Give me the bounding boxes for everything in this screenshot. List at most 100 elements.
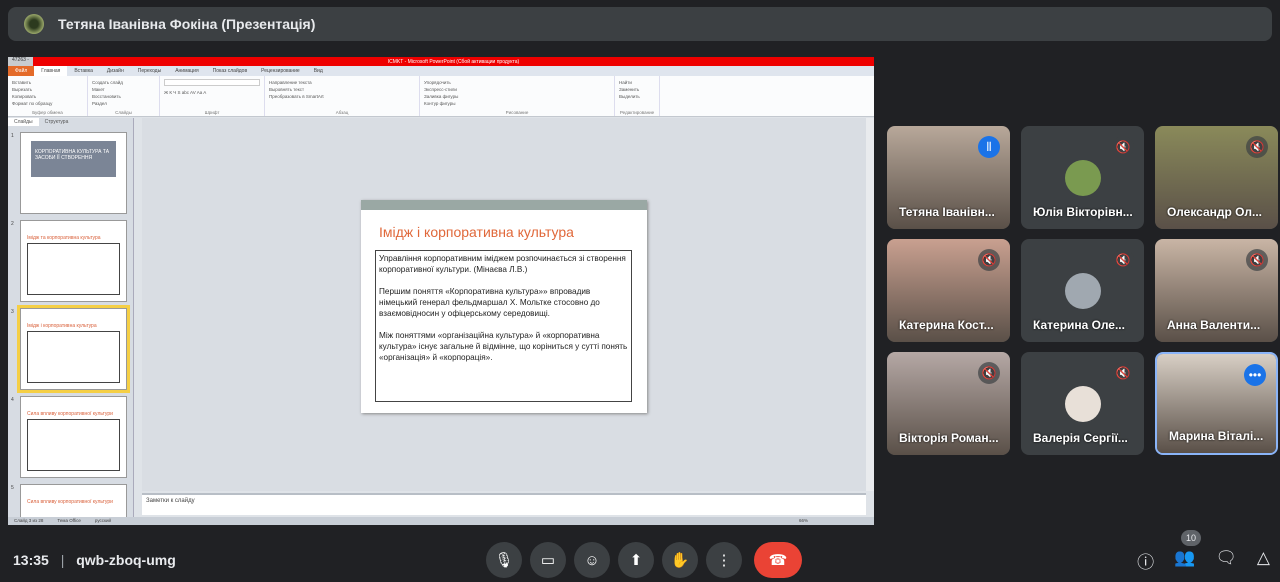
theme-name: Тема Office xyxy=(57,518,81,523)
cut-button[interactable]: Вырезать xyxy=(12,86,83,93)
section-button[interactable]: Раздел xyxy=(92,100,155,107)
font-select[interactable] xyxy=(164,79,260,86)
participant-tile[interactable]: ⦀ Тетяна Іванівн... xyxy=(887,126,1010,229)
arrange-button[interactable]: Упорядочить xyxy=(424,79,610,86)
panel-tab-outline[interactable]: Структура xyxy=(39,118,75,126)
camera-button[interactable]: ▭ xyxy=(530,542,566,578)
notes-pane[interactable]: Заметки к слайду xyxy=(142,493,866,515)
participant-name: Марина Віталі... xyxy=(1169,429,1264,443)
align-text-button[interactable]: Выровнять текст xyxy=(269,86,415,93)
text-direction-button[interactable]: Направление текста xyxy=(269,79,415,86)
emoji-icon: ☺ xyxy=(584,551,600,569)
ribbon-tab-review[interactable]: Рецензирование xyxy=(254,68,307,74)
microphone-button[interactable]: 🎙 xyxy=(486,542,522,578)
reactions-button[interactable]: ☺ xyxy=(574,542,610,578)
replace-button[interactable]: Заменить xyxy=(619,86,655,93)
group-label: Шрифт xyxy=(204,110,220,115)
meeting-toolbar: 13:35 | qwb-zboq-umg 🎙 ▭ ☺ ⬆ ✋ ⋮ ☎ ⓘ 👥 🗨… xyxy=(0,538,1280,582)
more-options-icon[interactable]: ••• xyxy=(1244,364,1266,386)
shape-outline-button[interactable]: Контур фигуры xyxy=(424,100,610,107)
activities-icon[interactable]: △ xyxy=(1257,548,1270,573)
participant-tile[interactable]: ••• Марина Віталі... xyxy=(1155,352,1278,455)
ribbon-tab-home[interactable]: Главная xyxy=(34,66,68,76)
copy-button[interactable]: Копировать xyxy=(12,93,83,100)
slide-editor: Імідж і корпоративна культура Управління… xyxy=(142,118,866,491)
ppt-status-bar: Слайд 3 из 28 Тема Office русский 66% xyxy=(8,517,874,525)
current-slide[interactable]: Імідж і корпоративна культура Управління… xyxy=(361,200,647,413)
find-button[interactable]: Найти xyxy=(619,79,655,86)
participant-name: Олександр Ол... xyxy=(1167,205,1262,219)
slide-thumbnail-4[interactable]: 4 Сила впливу корпоративної культури xyxy=(11,396,127,478)
group-slides: Создать слайд Макет Восстановить Раздел … xyxy=(88,76,160,116)
font-format-buttons[interactable]: Ж К Ч S abc AV Aa A xyxy=(164,89,260,96)
format-painter-button[interactable]: Формат по образцу xyxy=(12,100,83,107)
editor-scrollbar[interactable] xyxy=(866,118,874,491)
mic-icon: 🎙 xyxy=(494,552,514,569)
present-icon: ⬆ xyxy=(629,552,643,569)
mic-off-icon: 🔇 xyxy=(1112,362,1134,384)
participant-tile[interactable]: 🔇 Катерина Оле... xyxy=(1021,239,1144,342)
mic-off-icon: 🔇 xyxy=(978,362,1000,384)
hang-up-icon: ☎ xyxy=(768,552,788,569)
raise-hand-button[interactable]: ✋ xyxy=(662,542,698,578)
participant-avatar xyxy=(1065,160,1101,196)
presenter-avatar xyxy=(24,14,44,34)
ppt-window-left: 47263 - xyxy=(8,57,33,66)
smartart-button[interactable]: Преобразовать в SmartArt xyxy=(269,93,415,100)
participant-name: Анна Валенти... xyxy=(1167,318,1261,332)
participant-count-badge: 10 xyxy=(1181,530,1201,546)
participant-tile[interactable]: 🔇 Валерія Сергії... xyxy=(1021,352,1144,455)
participant-name: Катерина Кост... xyxy=(899,318,994,332)
ribbon-tab-animation[interactable]: Анимация xyxy=(168,68,205,74)
slide-paragraph: Між поняттями «організаційна культура» й… xyxy=(379,331,628,362)
slide-number: 4 xyxy=(11,397,14,403)
ribbon-tab-view[interactable]: Вид xyxy=(307,68,330,74)
slide-thumbnail-2[interactable]: 2 Імідж та корпоративна культура xyxy=(11,220,127,302)
shared-screen: 47263 - ICMKT - Microsoft PowerPoint (Сб… xyxy=(8,57,874,525)
notes-placeholder: Заметки к слайду xyxy=(146,498,195,504)
panel-tab-slides[interactable]: Слайды xyxy=(8,118,39,126)
shape-fill-button[interactable]: Заливка фигуры xyxy=(424,93,610,100)
hand-icon: ✋ xyxy=(670,552,690,569)
slide-thumbnail-3[interactable]: 3 Імідж і корпоративна культура xyxy=(11,305,130,393)
presentation-header: Тетяна Іванівна Фокіна (Презентація) xyxy=(8,7,1272,41)
chat-icon[interactable]: 🗨 xyxy=(1215,548,1237,573)
participant-tile[interactable]: 🔇 Катерина Кост... xyxy=(887,239,1010,342)
zoom-level[interactable]: 66% xyxy=(799,518,808,524)
slides-panel: Слайды Структура 1 КОРПОРАТИВНА КУЛЬТУРА… xyxy=(8,118,134,524)
leave-call-button[interactable]: ☎ xyxy=(754,542,802,578)
group-label: Буфер обмена xyxy=(32,110,63,115)
paste-button[interactable]: Вставить xyxy=(12,79,83,86)
present-button[interactable]: ⬆ xyxy=(618,542,654,578)
info-icon[interactable]: ⓘ xyxy=(1137,548,1154,573)
speaking-indicator-icon: ⦀ xyxy=(978,136,1000,158)
ribbon-tab-transitions[interactable]: Переходы xyxy=(131,68,168,74)
slide-number: 2 xyxy=(11,221,14,227)
ribbon-tab-file[interactable]: Файл xyxy=(8,66,35,76)
layout-button[interactable]: Макет xyxy=(92,86,155,93)
ppt-window-title: ICMKT - Microsoft PowerPoint (Сбой актив… xyxy=(387,58,520,65)
ribbon-tab-slideshow[interactable]: Показ слайдов xyxy=(206,68,254,74)
slide-thumbnail-1[interactable]: 1 КОРПОРАТИВНА КУЛЬТУРА ТА ЗАСОБИ ЇЇ СТВ… xyxy=(11,132,127,214)
participant-tile[interactable]: 🔇 Вікторія Роман... xyxy=(887,352,1010,455)
new-slide-button[interactable]: Создать слайд xyxy=(92,79,155,86)
reset-button[interactable]: Восстановить xyxy=(92,93,155,100)
more-options-button[interactable]: ⋮ xyxy=(706,542,742,578)
mic-off-icon: 🔇 xyxy=(1246,136,1268,158)
participant-name: Вікторія Роман... xyxy=(899,431,999,445)
people-icon[interactable]: 👥 xyxy=(1174,548,1195,573)
participant-tile[interactable]: 🔇 Юлія Вікторівн... xyxy=(1021,126,1144,229)
participant-tile[interactable]: 🔇 Анна Валенти... xyxy=(1155,239,1278,342)
select-button[interactable]: Выделить xyxy=(619,93,655,100)
mic-off-icon: 🔇 xyxy=(1112,249,1134,271)
slide-title: Імідж і корпоративна культура xyxy=(379,224,574,240)
ribbon-tab-insert[interactable]: Вставка xyxy=(67,68,100,74)
thumbnail-title: Імідж та корпоративна культура xyxy=(27,235,101,241)
ribbon-tab-design[interactable]: Дизайн xyxy=(100,68,131,74)
participant-tile[interactable]: 🔇 Олександр Ол... xyxy=(1155,126,1278,229)
ppt-ribbon-tabs: Файл Главная Вставка Дизайн Переходы Ани… xyxy=(8,66,874,76)
group-drawing: Упорядочить Экспресс-стили Заливка фигур… xyxy=(420,76,615,116)
slide-body[interactable]: Управління корпоративним іміджем розпочи… xyxy=(375,250,632,402)
quick-styles-button[interactable]: Экспресс-стили xyxy=(424,86,610,93)
thumbnail-title: Сила впливу корпоративної культури xyxy=(27,411,113,417)
